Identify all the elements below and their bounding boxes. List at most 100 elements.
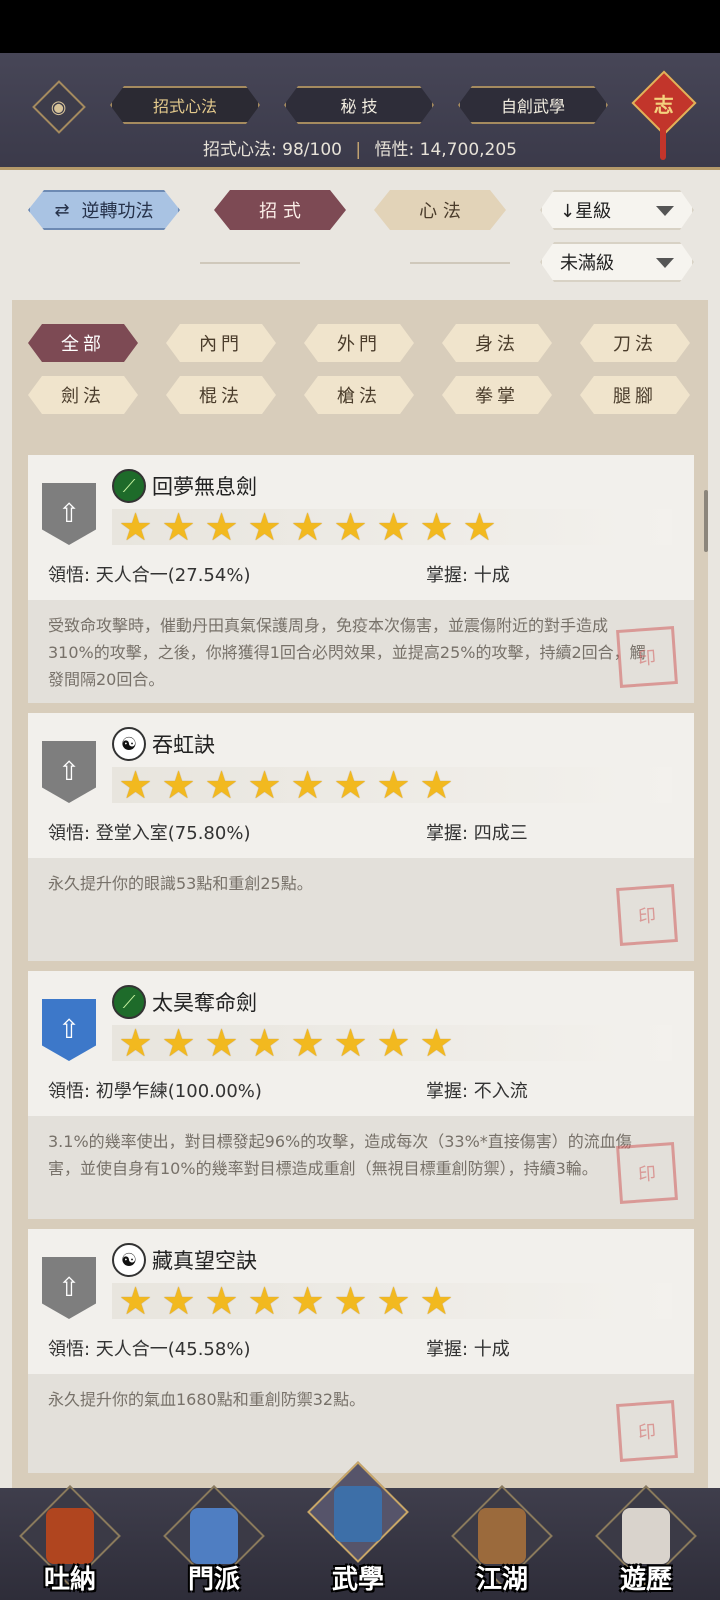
category-fist[interactable]: 拳掌 — [442, 376, 552, 414]
star-icon: ★ — [118, 1279, 153, 1323]
tab-secret-skills[interactable]: 秘 技 — [284, 86, 434, 124]
star-icon: ★ — [376, 1279, 411, 1323]
star-icon: ★ — [290, 763, 325, 807]
star-icon: ★ — [290, 1279, 325, 1323]
mode-tab-moves[interactable]: 招 式 — [214, 190, 346, 230]
category-spear[interactable]: 槍法 — [304, 376, 414, 414]
skill-card[interactable]: ⇧ ⟋回夢無息劍 ★★★★★★★★★⚙ 領悟: 天人合一(27.54%) 掌握: 十成受… — [28, 455, 694, 703]
star-icon: ★ — [290, 1021, 325, 1065]
insight-value: 悟性: 14,700,205 — [374, 140, 517, 160]
star-icon: ★ — [376, 1021, 411, 1065]
category-label: 棍法 — [199, 386, 243, 407]
category-sword[interactable]: 劍法 — [28, 376, 138, 414]
skill-card[interactable]: ⇧ ☯吞虹訣 ★★★★★★★★♜ 領悟: 登堂入室(75.80%) 掌握: 四成三永久提… — [28, 713, 694, 961]
category-label: 內門 — [199, 334, 243, 355]
status-bar — [0, 0, 720, 53]
star-icon: ★ — [247, 1021, 282, 1065]
nav-image-icon — [190, 1508, 238, 1564]
mastery: 掌握: 十成 — [426, 565, 510, 586]
category-leg[interactable]: 腿腳 — [580, 376, 690, 414]
upgrade-badge-icon[interactable]: ⇧ — [42, 1257, 96, 1319]
nav-travel[interactable]: 遊歷 — [595, 1485, 697, 1596]
reverse-label: 逆轉功法 — [81, 201, 154, 222]
category-label: 身法 — [475, 334, 519, 355]
category-outer[interactable]: 外門 — [304, 324, 414, 362]
sword-icon: ⟋ — [112, 469, 146, 503]
star-icon: ★ — [419, 763, 454, 807]
sword-icon: ⟋ — [112, 985, 146, 1019]
divider — [200, 262, 300, 264]
star-icon: ★ — [161, 505, 196, 549]
category-label: 刀法 — [613, 334, 657, 355]
nav-sect[interactable]: 門派 — [163, 1485, 265, 1596]
category-inner[interactable]: 內門 — [166, 324, 276, 362]
star-icon: ★ — [290, 505, 325, 549]
upgrade-badge-icon[interactable]: ⇧ — [42, 483, 96, 545]
nav-label: 門派 — [187, 1565, 240, 1595]
star-icon: ★ — [419, 1279, 454, 1323]
category-label: 腿腳 — [613, 386, 657, 407]
mode-tab-label: 招 式 — [259, 201, 301, 222]
seal-stamp-icon: 印 — [616, 626, 678, 688]
category-all[interactable]: 全部 — [28, 324, 138, 362]
mastery: 掌握: 十成 — [426, 1339, 510, 1360]
skill-count: 招式心法: 98/100 — [203, 140, 342, 160]
chevron-down-icon — [656, 206, 674, 216]
tab-moves-methods[interactable]: 招式心法 — [110, 86, 260, 124]
star-icon: ★ — [376, 505, 411, 549]
upgrade-badge-icon[interactable]: ⇧ — [42, 741, 96, 803]
category-label: 拳掌 — [475, 386, 519, 407]
star-icon: ★ — [161, 763, 196, 807]
tab-label: 秘 技 — [340, 97, 378, 116]
eye-icon: ◉ — [51, 96, 67, 118]
header-stats: 招式心法: 98/100 | 悟性: 14,700,205 — [0, 135, 720, 160]
nav-label: 吐納 — [43, 1565, 96, 1595]
nav-image-icon — [334, 1486, 382, 1542]
star-rating: ★★★★★★★★♜ — [112, 763, 672, 807]
star-icon: ★ — [204, 1021, 239, 1065]
star-icon: ★ — [419, 1021, 454, 1065]
category-staff[interactable]: 棍法 — [166, 376, 276, 414]
seal-stamp-icon: 印 — [616, 884, 678, 946]
star-icon: ★ — [118, 763, 153, 807]
category-label: 外門 — [337, 334, 381, 355]
skill-name: 藏真望空訣 — [152, 1249, 257, 1273]
nav-breathing[interactable]: 吐納 — [19, 1485, 121, 1596]
charm-icon: 志 — [654, 92, 674, 117]
star-icon: ★ — [204, 1279, 239, 1323]
skill-card[interactable]: ⇧ ☯ 藏真望空訣 ★ ★ ★ ★ ★ ★ ★ ★ 領悟: 天人合一(45.58%) 掌握: 十成 永久提… — [28, 1229, 694, 1473]
comprehension: 領悟: 天人合一(45.58%) — [48, 1339, 251, 1360]
taiji-icon: ☯ — [112, 727, 146, 761]
nav-jianghu[interactable]: 江湖 — [451, 1485, 553, 1596]
mastery: 掌握: 不入流 — [426, 1081, 528, 1102]
comprehension: 領悟: 登堂入室(75.80%) — [48, 823, 251, 844]
filter-select[interactable]: 未滿級 — [540, 242, 694, 282]
tab-custom-arts[interactable]: 自創武學 — [458, 86, 608, 124]
nav-label: 江湖 — [475, 1565, 528, 1595]
star-icon: ★ — [333, 763, 368, 807]
category-blade[interactable]: 刀法 — [580, 324, 690, 362]
skill-list[interactable]: ⇧⟋回夢無息劍★★★★★★★★★⚙領悟: 天人合一(27.54%)掌握: 十成受… — [28, 433, 694, 1473]
star-icon: ★ — [204, 763, 239, 807]
scrollbar[interactable] — [704, 490, 708, 552]
skill-card[interactable]: ⇧ ⟋ 太昊奪命劍 ★ ★ ★ ★ ★ ★ ★ ★ 領悟: 初學乍練(100.00%) 掌握: 不入流 3… — [28, 971, 694, 1219]
seal-stamp-icon: 印 — [616, 1142, 678, 1204]
category-movement[interactable]: 身法 — [442, 324, 552, 362]
chevron-down-icon — [656, 258, 674, 268]
star-rating: ★ ★ ★ ★ ★ ★ ★ ★ — [112, 1021, 672, 1065]
reverse-technique-button[interactable]: ⇄ 逆轉功法 — [28, 190, 180, 230]
nav-image-icon — [478, 1508, 526, 1564]
comprehension: 領悟: 初學乍練(100.00%) — [48, 1081, 262, 1102]
skill-description: 永久提升你的氣血1680點和重創防禦32點。 — [48, 1390, 366, 1409]
category-label: 劍法 — [61, 386, 105, 407]
skill-name: 太昊奪命劍 — [152, 991, 257, 1015]
nav-image-icon — [46, 1508, 94, 1564]
nav-martial-arts[interactable]: 武學 — [307, 1461, 409, 1596]
category-label: 全部 — [61, 334, 105, 355]
nav-label: 武學 — [331, 1565, 384, 1595]
comprehension: 領悟: 天人合一(27.54%) — [48, 565, 251, 586]
skill-description: 3.1%的幾率使出，對目標發起96%的攻擊，造成每次（33%*直接傷害）的流血傷… — [48, 1132, 632, 1178]
mode-tab-methods[interactable]: 心 法 — [374, 190, 506, 230]
upgrade-badge-icon[interactable]: ⇧ — [42, 999, 96, 1061]
sort-select[interactable]: ↓星級 — [540, 190, 694, 230]
